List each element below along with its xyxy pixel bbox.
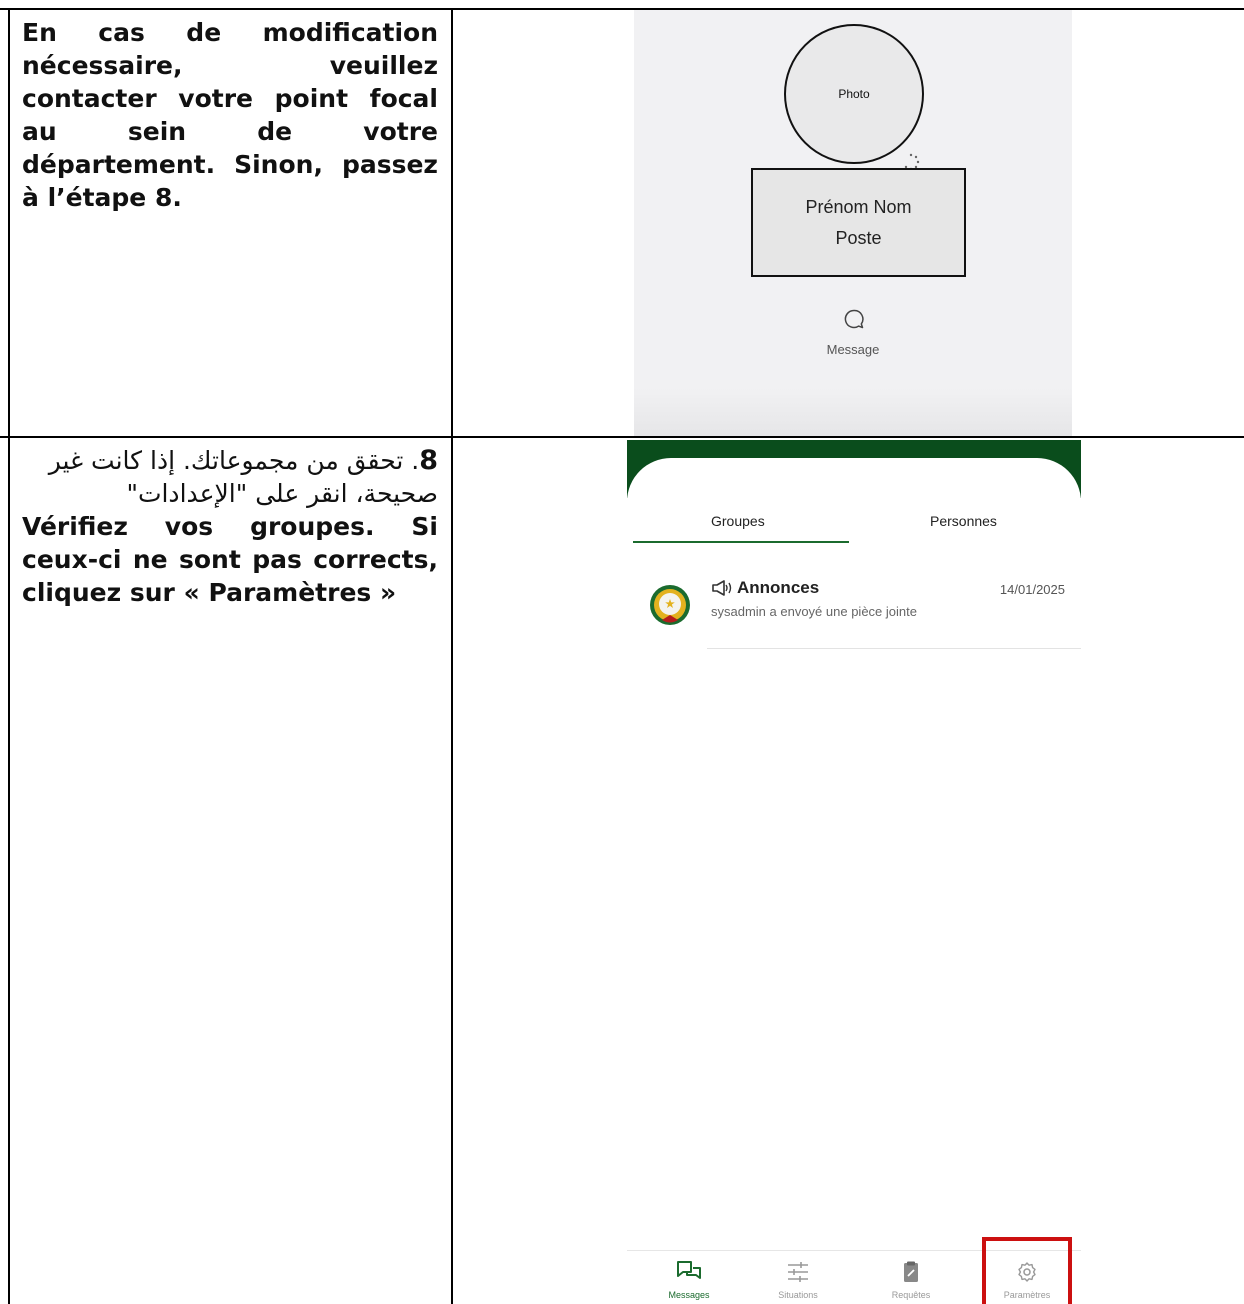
nav-messages[interactable]: Messages bbox=[649, 1260, 729, 1300]
nav-situations[interactable]: Situations bbox=[758, 1260, 838, 1300]
row2-french-instruction: Vérifiez vos groupes. Si ceux-ci ne sont… bbox=[22, 510, 438, 609]
profile-position: Poste bbox=[835, 227, 882, 248]
fr-bold-settings: Paramètres bbox=[208, 578, 372, 607]
nav-requetes-label: Requêtes bbox=[891, 1290, 931, 1300]
chat-bubble-icon[interactable] bbox=[843, 308, 865, 330]
row2-arabic-instruction: 8. تحقق من مجموعاتك. إذا كانت غير صحيحة،… bbox=[22, 444, 438, 510]
profile-photo: Photo bbox=[784, 24, 924, 164]
groups-screenshot: Groupes Personnes Annonces 14/01/2025 sy… bbox=[627, 440, 1081, 1304]
tab-groupes[interactable]: Groupes bbox=[711, 513, 765, 529]
profile-name-box: Prénom Nom Poste bbox=[751, 168, 966, 277]
settings-highlight-box bbox=[982, 1237, 1072, 1304]
table-left-border bbox=[8, 8, 10, 1304]
nav-messages-label: Messages bbox=[668, 1290, 710, 1300]
messages-icon bbox=[677, 1261, 701, 1279]
list-divider bbox=[707, 648, 1081, 649]
active-tab-indicator bbox=[633, 541, 849, 543]
photo-label: Photo bbox=[838, 87, 870, 101]
row2-instruction: 8. تحقق من مجموعاتك. إذا كانت غير صحيحة،… bbox=[22, 444, 438, 609]
nav-situations-label: Situations bbox=[778, 1290, 818, 1300]
fr-end: » bbox=[371, 578, 397, 607]
group-date: 14/01/2025 bbox=[999, 582, 1065, 597]
sliders-icon bbox=[788, 1262, 808, 1282]
group-title[interactable]: Annonces bbox=[711, 578, 819, 598]
tab-personnes[interactable]: Personnes bbox=[930, 513, 997, 529]
group-title-text: Annonces bbox=[737, 578, 820, 597]
profile-screenshot: Photo Prénom Nom Poste Message bbox=[634, 10, 1072, 436]
screenshot-bottom-fade bbox=[634, 388, 1072, 436]
profile-name: Prénom Nom bbox=[805, 196, 912, 217]
group-logo-icon bbox=[650, 585, 690, 625]
table-column-divider bbox=[451, 8, 453, 1304]
nav-requetes[interactable]: Requêtes bbox=[871, 1260, 951, 1300]
megaphone-icon bbox=[712, 580, 732, 596]
clipboard-icon bbox=[904, 1261, 918, 1282]
row1-instruction: En cas de modification nécessaire, veuil… bbox=[22, 16, 438, 214]
group-last-message: sysadmin a envoyé une pièce jointe bbox=[711, 604, 917, 619]
step-number: 8 bbox=[419, 445, 438, 476]
arabic-text: . تحقق من مجموعاتك. إذا كانت غير صحيحة، … bbox=[48, 446, 438, 508]
content-panel: Groupes Personnes Annonces 14/01/2025 sy… bbox=[627, 458, 1081, 1304]
message-button-label[interactable]: Message bbox=[634, 342, 1072, 357]
table-row-divider bbox=[0, 436, 1244, 438]
